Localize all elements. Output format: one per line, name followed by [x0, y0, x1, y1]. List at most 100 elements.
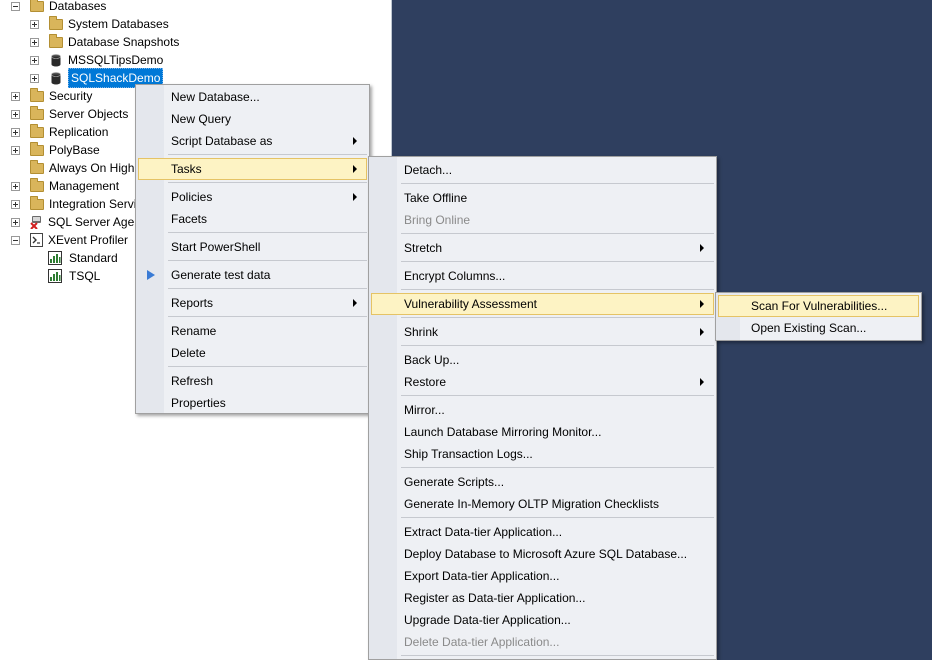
menu-separator — [168, 154, 367, 155]
tree-label: Replication — [49, 125, 109, 139]
menu-item-script-database-as[interactable]: Script Database as — [138, 130, 367, 152]
tree-node-database-snapshots[interactable]: Database Snapshots — [30, 33, 179, 51]
menu-item-back-up[interactable]: Back Up... — [371, 349, 714, 371]
menu-item-label: Mirror... — [404, 403, 445, 417]
menu-item-label: Rename — [171, 324, 217, 338]
menu-item-take-offline[interactable]: Take Offline — [371, 187, 714, 209]
folder-icon — [49, 15, 63, 30]
menu-separator — [168, 366, 367, 367]
menu-item-label: Reports — [171, 296, 214, 310]
collapse-icon[interactable] — [11, 1, 20, 11]
menu-item-restore[interactable]: Restore — [371, 371, 714, 393]
menu-item-delete[interactable]: Delete — [138, 342, 367, 364]
vulnerability-assessment-submenu: Scan For Vulnerabilities... Open Existin… — [715, 292, 922, 341]
tree-node-xevent-profiler[interactable]: XEvent Profiler — [11, 231, 128, 249]
tasks-submenu: Detach... Take Offline Bring Online Stre… — [368, 156, 717, 660]
menu-item-label: Start PowerShell — [171, 240, 261, 254]
menu-item-encrypt-columns[interactable]: Encrypt Columns... — [371, 265, 714, 287]
menu-item-label: Take Offline — [404, 191, 468, 205]
menu-item-label: Generate test data — [171, 268, 271, 282]
expand-icon[interactable] — [11, 181, 20, 191]
menu-separator — [401, 655, 714, 656]
menu-item-launch-mirroring-monitor[interactable]: Launch Database Mirroring Monitor... — [371, 421, 714, 443]
tree-node-databases[interactable]: Databases — [11, 0, 106, 15]
tree-label: TSQL — [69, 269, 101, 283]
collapse-icon[interactable] — [11, 235, 20, 245]
tree-node-server-objects[interactable]: Server Objects — [11, 105, 128, 123]
menu-separator — [401, 233, 714, 234]
menu-item-label: Generate In-Memory OLTP Migration Checkl… — [404, 497, 659, 511]
menu-item-detach[interactable]: Detach... — [371, 159, 714, 181]
folder-icon — [30, 195, 44, 210]
expand-icon[interactable] — [11, 145, 20, 155]
menu-item-label: Ship Transaction Logs... — [404, 447, 533, 461]
tree-node-security[interactable]: Security — [11, 87, 92, 105]
menu-item-generate-inmemory-checklists[interactable]: Generate In-Memory OLTP Migration Checkl… — [371, 493, 714, 515]
tree-node-always-on[interactable]: Always On High — [11, 159, 134, 177]
menu-separator — [168, 288, 367, 289]
folder-icon — [30, 0, 44, 12]
menu-separator — [401, 261, 714, 262]
menu-item-stretch[interactable]: Stretch — [371, 237, 714, 259]
database-icon — [51, 71, 61, 84]
menu-item-label: Open Existing Scan... — [751, 321, 867, 335]
menu-item-scan-for-vulnerabilities[interactable]: Scan For Vulnerabilities... — [718, 295, 919, 317]
menu-item-refresh[interactable]: Refresh — [138, 370, 367, 392]
tree-label: Integration Servi — [49, 197, 137, 211]
menu-item-export-dac[interactable]: Export Data-tier Application... — [371, 565, 714, 587]
menu-separator — [401, 517, 714, 518]
expand-icon[interactable] — [30, 19, 39, 29]
menu-item-deploy-azure[interactable]: Deploy Database to Microsoft Azure SQL D… — [371, 543, 714, 565]
menu-separator — [168, 260, 367, 261]
menu-item-label: Shrink — [404, 325, 439, 339]
tree-node-polybase[interactable]: PolyBase — [11, 141, 100, 159]
menu-item-label: Vulnerability Assessment — [404, 297, 537, 311]
expand-icon[interactable] — [11, 91, 20, 101]
expand-icon[interactable] — [11, 127, 20, 137]
expand-icon[interactable] — [30, 55, 39, 65]
menu-separator — [168, 182, 367, 183]
menu-item-extract-dac[interactable]: Extract Data-tier Application... — [371, 521, 714, 543]
tree-node-sql-server-agent[interactable]: SQL Server Agen — [11, 213, 141, 231]
menu-item-upgrade-dac[interactable]: Upgrade Data-tier Application... — [371, 609, 714, 631]
folder-icon — [49, 33, 63, 48]
menu-item-policies[interactable]: Policies — [138, 186, 367, 208]
menu-item-properties[interactable]: Properties — [138, 392, 367, 414]
menu-item-new-database[interactable]: New Database... — [138, 86, 367, 108]
menu-item-rename[interactable]: Rename — [138, 320, 367, 342]
menu-separator — [401, 395, 714, 396]
menu-item-bring-online: Bring Online — [371, 209, 714, 231]
tree-node-tsql[interactable]: TSQL — [48, 267, 100, 285]
expand-icon[interactable] — [11, 199, 20, 209]
menu-item-open-existing-scan[interactable]: Open Existing Scan... — [718, 317, 919, 339]
tree-node-mssqltipsdemo[interactable]: MSSQLTipsDemo — [30, 51, 163, 69]
tree-node-management[interactable]: Management — [11, 177, 119, 195]
menu-item-ship-transaction-logs[interactable]: Ship Transaction Logs... — [371, 443, 714, 465]
expand-icon[interactable] — [11, 109, 20, 119]
expand-icon[interactable] — [30, 73, 39, 83]
tree-node-standard[interactable]: Standard — [48, 249, 118, 267]
menu-item-tasks[interactable]: Tasks — [138, 158, 367, 180]
menu-item-new-query[interactable]: New Query — [138, 108, 367, 130]
menu-item-mirror[interactable]: Mirror... — [371, 399, 714, 421]
menu-item-start-powershell[interactable]: Start PowerShell — [138, 236, 367, 258]
menu-item-generate-scripts[interactable]: Generate Scripts... — [371, 471, 714, 493]
menu-item-facets[interactable]: Facets — [138, 208, 367, 230]
tree-label: Standard — [69, 251, 118, 265]
tree-label: XEvent Profiler — [48, 233, 129, 247]
menu-item-label: Tasks — [171, 162, 202, 176]
tree-node-integration-services[interactable]: Integration Servi — [11, 195, 136, 213]
tree-node-system-databases[interactable]: System Databases — [30, 15, 169, 33]
tree-label: Management — [49, 179, 120, 193]
menu-item-shrink[interactable]: Shrink — [371, 321, 714, 343]
menu-item-generate-test-data[interactable]: Generate test data — [138, 264, 367, 286]
menu-item-reports[interactable]: Reports — [138, 292, 367, 314]
menu-separator — [401, 345, 714, 346]
expand-icon[interactable] — [11, 217, 20, 227]
menu-item-label: Encrypt Columns... — [404, 269, 506, 283]
tree-label: Server Objects — [49, 107, 129, 121]
tree-node-replication[interactable]: Replication — [11, 123, 108, 141]
menu-item-register-dac[interactable]: Register as Data-tier Application... — [371, 587, 714, 609]
expand-icon[interactable] — [30, 37, 39, 47]
menu-item-vulnerability-assessment[interactable]: Vulnerability Assessment — [371, 293, 714, 315]
